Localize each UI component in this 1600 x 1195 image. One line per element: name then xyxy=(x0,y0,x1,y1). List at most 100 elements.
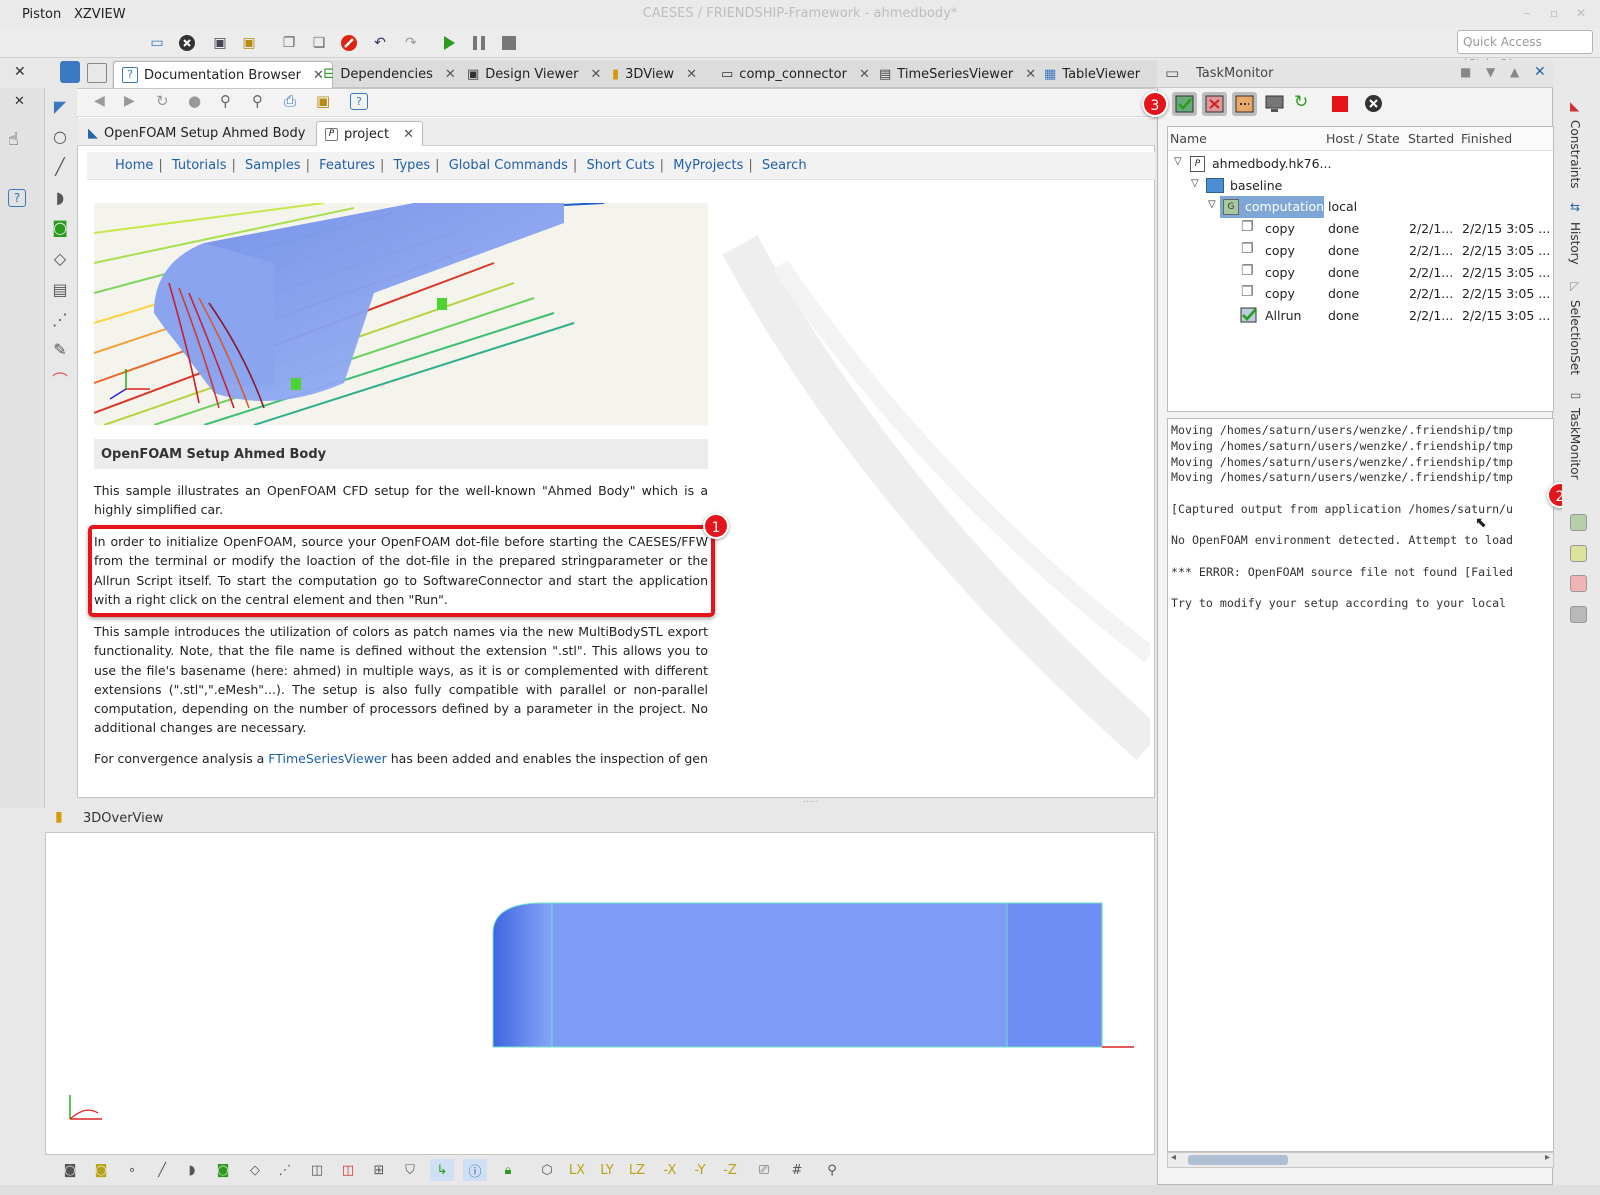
tab-comp-connector[interactable]: ▭ comp_connector ✕ xyxy=(713,61,878,88)
quick-access-input[interactable]: Quick Access (Ctrl+Q) xyxy=(1457,30,1593,71)
redo-icon[interactable]: ↷ xyxy=(400,32,422,54)
close-tab-icon[interactable]: ✕ xyxy=(445,67,456,82)
tab-tableviewer[interactable]: ▦ TableViewer xyxy=(1036,61,1148,88)
info-icon[interactable]: ⓘ xyxy=(463,1159,487,1181)
pause-icon[interactable] xyxy=(468,32,490,54)
hand-tool-icon[interactable]: ☝ xyxy=(8,129,19,150)
tab-timeseriesviewer[interactable]: ▤ TimeSeriesViewer ✕ xyxy=(871,61,1044,88)
tree-row-baseline[interactable]: ▽ baseline xyxy=(1168,175,1553,197)
column-finished[interactable]: Finished xyxy=(1461,131,1512,146)
grid-icon[interactable]: # xyxy=(785,1159,809,1181)
forward-icon[interactable]: ▶ xyxy=(124,93,135,109)
close-tab-icon[interactable]: ✕ xyxy=(403,127,414,142)
view-neg-x-icon[interactable]: -X xyxy=(658,1159,682,1181)
nav-link-features[interactable]: Features xyxy=(319,158,375,173)
close-task-icon[interactable] xyxy=(1364,94,1383,116)
curve-icon[interactable]: ╱ xyxy=(48,155,72,177)
monitor-icon[interactable] xyxy=(1262,92,1287,116)
status-red-icon[interactable] xyxy=(1570,575,1587,592)
copy-icon[interactable]: ❐ xyxy=(278,32,300,54)
menu-xzview[interactable]: XZVIEW xyxy=(74,7,126,22)
status-green-icon[interactable] xyxy=(1570,514,1587,531)
close-window-button[interactable]: ✕ xyxy=(1576,6,1586,20)
select-arrow-icon[interactable]: ◤ xyxy=(48,95,72,117)
paste-icon[interactable]: ❏ xyxy=(308,32,330,54)
console-horizontal-scrollbar[interactable]: ◂ ▸ xyxy=(1167,1152,1554,1168)
mark-done-icon[interactable] xyxy=(1172,92,1197,116)
column-name[interactable]: Name xyxy=(1170,131,1207,146)
nav-link-global-commands[interactable]: Global Commands xyxy=(449,158,568,173)
save-icon[interactable]: ▣ xyxy=(209,32,231,54)
task-console-output[interactable] xyxy=(1167,418,1554,1152)
zoom-out-icon[interactable]: ⚲ xyxy=(220,92,231,110)
side-tab-selectionset[interactable]: SelectionSet xyxy=(1568,300,1582,375)
tree-row-project[interactable]: ▽ P ahmedbody.hk76... xyxy=(1168,153,1553,175)
column-host-state[interactable]: Host / State xyxy=(1326,131,1400,146)
close-tab-icon[interactable]: ✕ xyxy=(686,67,697,82)
view-y-icon[interactable]: LY xyxy=(595,1159,619,1181)
zoom-in-icon[interactable]: ⚲ xyxy=(252,92,263,110)
scrollbar-thumb[interactable] xyxy=(1188,1155,1288,1165)
axes-icon[interactable]: ↳ xyxy=(430,1159,454,1181)
view-z-icon[interactable]: LZ xyxy=(625,1159,649,1181)
tab-design-viewer[interactable]: ▣ Design Viewer ✕ xyxy=(459,61,609,88)
polygon-filter-icon[interactable]: ◇ xyxy=(243,1159,267,1181)
close-tab-icon[interactable]: ✕ xyxy=(859,67,870,82)
view-menu-icon[interactable]: ■ xyxy=(1460,65,1471,79)
maximize-button[interactable]: ▫ xyxy=(1550,6,1558,20)
doc-tab-project[interactable]: P project ✕ xyxy=(316,121,424,146)
help-icon[interactable]: ? xyxy=(8,189,26,207)
ftimeseriesviewer-link[interactable]: FTimeSeriesViewer xyxy=(268,751,387,766)
stop-icon[interactable] xyxy=(498,32,520,54)
chevron-down-icon[interactable]: ▽ xyxy=(1208,199,1216,210)
point-icon[interactable]: ○ xyxy=(48,125,72,147)
maximize-panel-icon[interactable]: ▲ xyxy=(1510,65,1519,79)
status-grey-icon[interactable] xyxy=(1570,606,1587,623)
display-mode-icon[interactable]: ◙ xyxy=(58,1159,82,1181)
save-all-icon[interactable]: ▣ xyxy=(238,32,260,54)
stop-sign-icon[interactable] xyxy=(338,32,360,54)
stop-task-icon[interactable] xyxy=(1332,96,1348,112)
view-neg-z-icon[interactable]: -Z xyxy=(718,1159,742,1181)
open-folder-icon[interactable]: ▭ xyxy=(146,32,168,54)
side-tab-taskmonitor[interactable]: TaskMonitor xyxy=(1568,408,1582,480)
nav-link-home[interactable]: Home xyxy=(115,158,153,173)
dotted-line-icon[interactable]: ⋰ xyxy=(48,308,72,330)
shield-icon[interactable]: ⛉ xyxy=(398,1159,422,1181)
play-icon[interactable] xyxy=(438,32,460,54)
close-panel-icon[interactable]: ✕ xyxy=(1534,64,1546,80)
close-tab-icon[interactable]: ✕ xyxy=(1025,67,1036,82)
doc-tab-openfoam-setup[interactable]: ◣ OpenFOAM Setup Ahmed Body ✕ xyxy=(80,121,338,146)
tree-row-computation[interactable]: ▽ G computation local xyxy=(1168,196,1553,218)
nav-link-types[interactable]: Types xyxy=(394,158,431,173)
tree-row-allrun[interactable]: Allrun done 2/2/1... 2/2/15 3:05 ... xyxy=(1168,305,1553,327)
tree-row-copy-1[interactable]: ❐ copy done 2/2/1... 2/2/15 3:05 ... xyxy=(1168,218,1553,240)
reload-icon[interactable]: ↻ xyxy=(156,92,169,110)
tab-3dview[interactable]: ▮ 3DView ✕ xyxy=(604,61,705,88)
close-left-panel-icon[interactable]: ✕ xyxy=(14,64,26,80)
close-project-icon[interactable] xyxy=(176,32,198,54)
shaded-mode-icon[interactable]: ◙ xyxy=(89,1159,113,1181)
hide-icon[interactable]: ◫ xyxy=(336,1159,360,1181)
surface-icon[interactable]: ◗ xyxy=(48,186,72,208)
grid-cube-icon[interactable]: ⊞ xyxy=(367,1159,391,1181)
camera-icon[interactable]: ⎚ xyxy=(752,1159,776,1181)
view-neg-y-icon[interactable]: -Y xyxy=(688,1159,712,1181)
nav-link-short-cuts[interactable]: Short Cuts xyxy=(586,158,654,173)
undo-icon[interactable]: ↶ xyxy=(369,32,391,54)
column-started[interactable]: Started xyxy=(1408,131,1454,146)
tab-dependencies[interactable]: ⋿ Dependencies ✕ xyxy=(315,61,464,88)
surface-filter-icon[interactable]: ◗ xyxy=(180,1159,204,1181)
polygon-icon[interactable]: ◇ xyxy=(48,247,72,269)
cube-view-icon[interactable]: ⬡ xyxy=(535,1159,559,1181)
chevron-down-icon[interactable]: ▼ xyxy=(1486,65,1495,79)
home-page-icon[interactable]: ▣ xyxy=(316,92,330,110)
section-filter-icon[interactable]: ◫ xyxy=(305,1159,329,1181)
curve-filter-icon[interactable]: ╱ xyxy=(150,1159,174,1181)
tree-row-copy-4[interactable]: ❐ copy done 2/2/1... 2/2/15 3:05 ... xyxy=(1168,283,1553,305)
nav-link-search[interactable]: Search xyxy=(762,158,807,173)
mark-pending-icon[interactable] xyxy=(1232,92,1257,116)
tree-row-copy-2[interactable]: ❐ copy done 2/2/1... 2/2/15 3:05 ... xyxy=(1168,240,1553,262)
brush-icon[interactable]: ✎ xyxy=(48,338,72,360)
tab-documentation-browser[interactable]: ? Documentation Browser ✕ xyxy=(113,61,333,88)
